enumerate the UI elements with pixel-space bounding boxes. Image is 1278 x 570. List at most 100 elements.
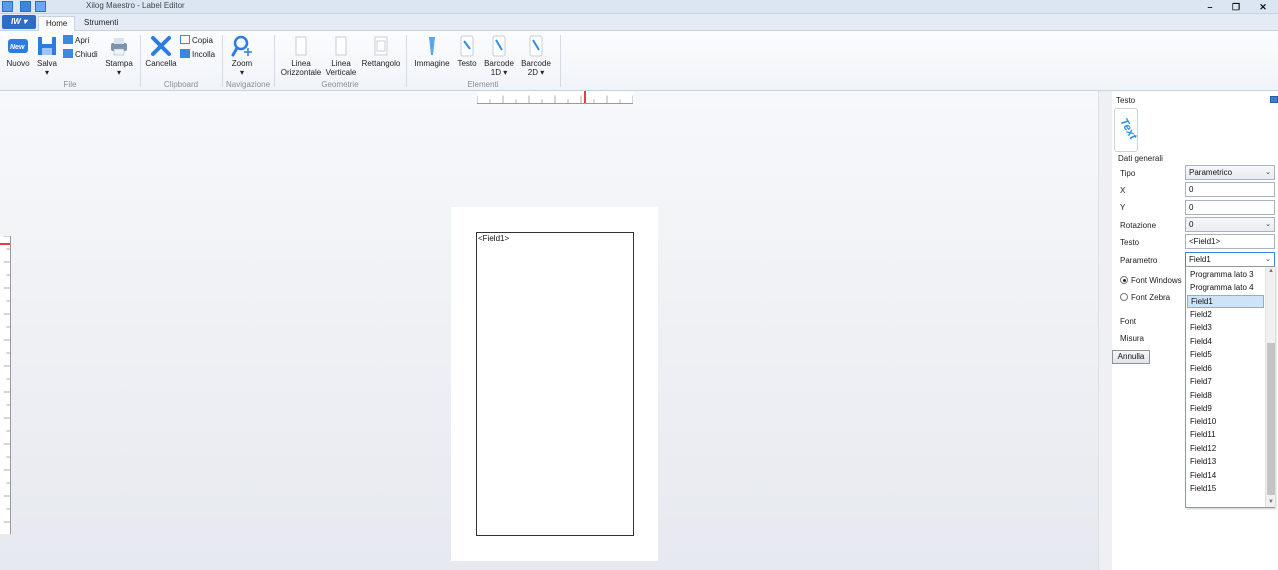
navigazione-group-label: Navigazione <box>225 80 271 89</box>
apri-button[interactable]: Apri <box>63 35 89 47</box>
horizontal-line-icon <box>295 36 307 56</box>
salva-dropdown-icon[interactable]: ▾ <box>45 68 49 77</box>
chiudi-button[interactable]: Chiudi <box>63 49 98 61</box>
linea-orizzontale-button[interactable]: Linea Orizzontale <box>280 35 322 77</box>
parametro-select[interactable]: Field1 ⌄ <box>1185 252 1275 267</box>
dropdown-option[interactable]: Field2 <box>1187 309 1264 322</box>
dropdown-option[interactable]: Field15 <box>1187 483 1264 496</box>
quick-save-icon[interactable] <box>20 1 31 12</box>
app-menu-button[interactable]: IW ▾ <box>2 15 36 29</box>
immagine-button[interactable]: Immagine <box>412 35 452 68</box>
rettangolo-button[interactable]: Rettangolo <box>360 35 402 68</box>
zoom-button[interactable]: Zoom ▾ <box>228 35 256 77</box>
scroll-up-icon[interactable]: ▲ <box>1266 267 1276 276</box>
barcode-1d-button[interactable]: Barcode 1D ▾ <box>482 35 516 77</box>
close-button[interactable]: ✕ <box>1250 0 1276 14</box>
pin-icon[interactable] <box>1270 96 1278 103</box>
dropdown-option[interactable]: Programma lato 4 <box>1187 282 1264 295</box>
copia-label: Copia <box>192 36 213 45</box>
font-zebra-radio[interactable]: Font Zebra <box>1120 293 1170 302</box>
vertical-line-icon <box>335 36 347 56</box>
testo-button[interactable]: Testo <box>455 35 479 68</box>
dropdown-option[interactable]: Field11 <box>1187 429 1264 442</box>
font-label: Font <box>1120 317 1137 326</box>
app-icon <box>2 1 13 12</box>
dropdown-option[interactable]: Field12 <box>1187 443 1264 456</box>
annulla-button[interactable]: Annulla <box>1112 350 1150 364</box>
dropdown-option[interactable]: Field8 <box>1187 390 1264 403</box>
x-label: X <box>1120 186 1126 195</box>
linea-verticale-button[interactable]: Linea Verticale <box>324 35 358 77</box>
dropdown-option[interactable]: Field3 <box>1187 322 1264 335</box>
vertical-ruler <box>0 236 11 534</box>
dropdown-option[interactable]: Field4 <box>1187 336 1264 349</box>
nuovo-button[interactable]: New Nuovo <box>4 35 32 68</box>
dropdown-option[interactable]: Field14 <box>1187 470 1264 483</box>
label-area[interactable]: <Field1> <box>476 232 634 536</box>
scroll-down-icon[interactable]: ▼ <box>1266 498 1276 507</box>
design-workspace[interactable]: <Field1> <box>0 91 1098 570</box>
quick-open-icon[interactable] <box>35 1 46 12</box>
rotazione-select[interactable]: 0 ⌄ <box>1185 217 1275 232</box>
incolla-button[interactable]: Incolla <box>180 49 215 61</box>
text-element-tile: Text <box>1114 108 1139 152</box>
misura-label: Misura <box>1120 334 1145 343</box>
label-canvas[interactable]: <Field1> <box>451 207 658 561</box>
testo-label: Testo <box>457 59 477 68</box>
zoom-icon <box>231 35 252 57</box>
horizontal-ruler <box>477 91 633 104</box>
x-input[interactable]: 0 <box>1185 182 1275 197</box>
chiudi-label: Chiudi <box>75 50 98 59</box>
barcode-1d-label-1: Barcode <box>484 59 514 68</box>
tab-strumenti[interactable]: Strumenti <box>77 16 125 31</box>
zoom-label: Zoom <box>231 59 253 68</box>
salva-button[interactable]: Salva ▾ <box>35 35 59 77</box>
cancella-button[interactable]: Cancella <box>145 35 177 68</box>
paste-icon <box>180 49 190 58</box>
dropdown-option[interactable]: Field10 <box>1187 416 1264 429</box>
salva-label: Salva <box>36 59 57 68</box>
stampa-label: Stampa <box>105 59 133 68</box>
rectangle-icon <box>374 36 388 56</box>
copy-icon <box>180 35 190 44</box>
testo-input[interactable]: <Field1> <box>1185 234 1275 249</box>
chevron-down-icon: ⌄ <box>1265 221 1271 228</box>
panel-splitter[interactable] <box>1098 91 1112 570</box>
scrollbar-thumb[interactable] <box>1267 343 1275 495</box>
font-windows-radio[interactable]: Font Windows <box>1120 276 1182 285</box>
tab-home[interactable]: Home <box>38 16 76 31</box>
delete-icon <box>151 36 171 56</box>
stampa-button[interactable]: Stampa ▾ <box>103 35 135 77</box>
dropdown-option[interactable]: Field13 <box>1187 456 1264 469</box>
copia-button[interactable]: Copia <box>180 35 213 47</box>
y-input[interactable]: 0 <box>1185 200 1275 215</box>
ribbon: New Nuovo Salva ▾ Apri Chiudi Stampa ▾ F… <box>0 31 1278 91</box>
parametro-label: Parametro <box>1120 256 1158 265</box>
dropdown-option[interactable]: Field7 <box>1187 376 1264 389</box>
properties-title: Testo <box>1116 96 1136 105</box>
dropdown-option[interactable]: Field9 <box>1187 403 1264 416</box>
separator <box>560 35 561 87</box>
dropdown-scrollbar[interactable]: ▲ ▼ <box>1265 267 1275 507</box>
barcode-2d-button[interactable]: Barcode 2D ▾ <box>519 35 553 77</box>
dropdown-option[interactable]: Field6 <box>1187 363 1264 376</box>
linea-orizzontale-label-1: Linea <box>291 59 311 68</box>
text-tile-label: Text <box>1117 116 1139 142</box>
field-text-element[interactable]: <Field1> <box>478 234 509 243</box>
zoom-dropdown-icon[interactable]: ▾ <box>240 68 244 77</box>
barcode-2d-label-2: 2D ▾ <box>527 68 545 77</box>
tipo-select[interactable]: Parametrico ⌄ <box>1185 165 1275 180</box>
minimize-button[interactable]: – <box>1197 0 1223 14</box>
window-title: Xilog Maestro - Label Editor <box>86 1 185 10</box>
stampa-dropdown-icon[interactable]: ▾ <box>117 68 121 77</box>
restore-button[interactable]: ❐ <box>1223 0 1249 14</box>
nuovo-label: Nuovo <box>6 59 30 68</box>
dropdown-option[interactable]: Field5 <box>1187 349 1264 362</box>
rotazione-value: 0 <box>1189 220 1194 229</box>
dropdown-option-selected[interactable]: Field1 <box>1187 295 1264 308</box>
barcode-1d-label-2: 1D ▾ <box>490 68 508 77</box>
chevron-down-icon: ⌄ <box>1265 256 1271 263</box>
text-icon <box>460 35 474 57</box>
parametro-dropdown-list[interactable]: Programma lato 3 Programma lato 4 Field1… <box>1185 266 1275 508</box>
dropdown-option[interactable]: Programma lato 3 <box>1187 269 1264 282</box>
